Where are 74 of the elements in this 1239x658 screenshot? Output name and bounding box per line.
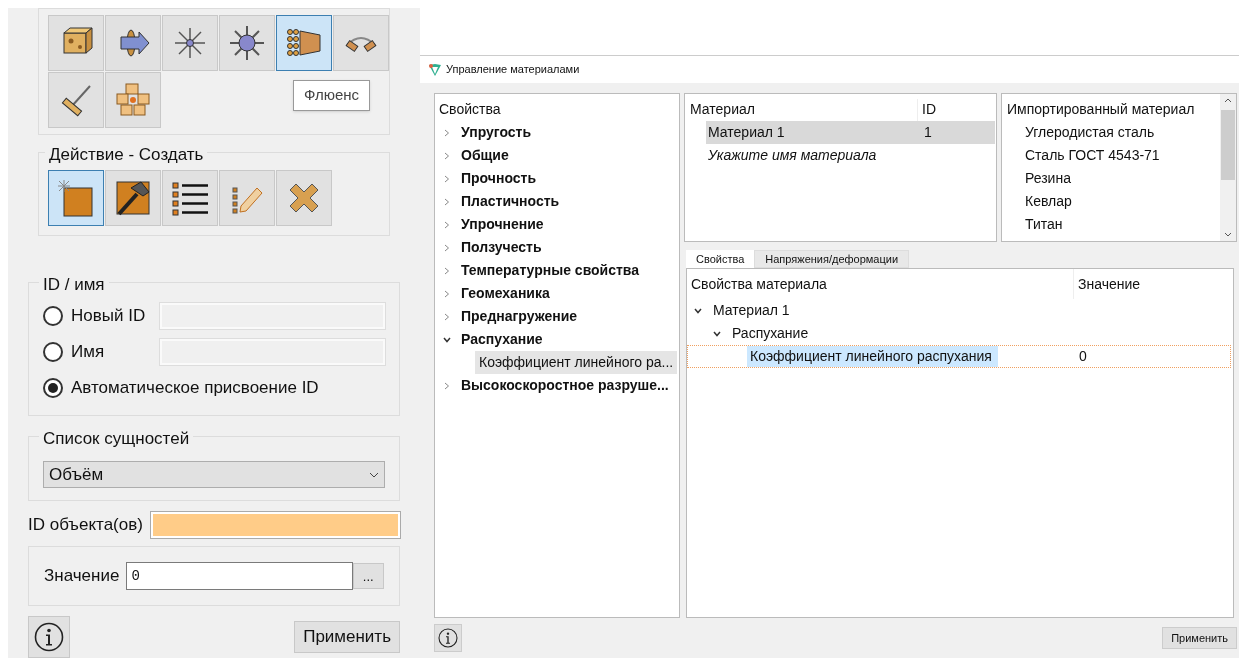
tree-item[interactable]: Коэффициент линейного ра... <box>475 351 678 374</box>
info-icon <box>34 622 64 652</box>
tree-item[interactable]: Температурные свойства <box>461 260 640 281</box>
list-item[interactable]: Сталь ГОСТ 4543-71 <box>1007 145 1220 168</box>
table-cell-text: 0 <box>1078 347 1087 366</box>
tree-item[interactable]: Ползучесть <box>461 237 542 258</box>
field-label: ID объекта(ов) <box>28 514 144 537</box>
list-header: Импортированный материал <box>1007 100 1196 119</box>
tree-item[interactable]: Геомеханика <box>461 283 550 304</box>
placeholder-text: Укажите имя материала <box>707 146 877 165</box>
radio-label: Имя <box>71 341 106 364</box>
tab[interactable]: Напряжения/деформации <box>754 250 910 268</box>
dropdown[interactable]: Объём <box>43 461 385 488</box>
tree-item[interactable]: Пластичность <box>461 191 560 212</box>
info-button[interactable] <box>28 616 70 658</box>
large-star-icon <box>227 23 267 63</box>
tree-item[interactable]: Распухание <box>732 323 809 344</box>
tree-item[interactable]: Материал 1 <box>713 300 790 321</box>
tool-button[interactable] <box>105 170 161 226</box>
chevron-right-icon[interactable] <box>442 265 452 276</box>
window-title: Управление материалами <box>446 62 580 78</box>
apply-button[interactable]: Применить <box>294 621 400 653</box>
tab[interactable]: Свойства <box>686 250 755 268</box>
tree-item[interactable]: Общие <box>461 145 509 166</box>
scrollbar[interactable] <box>1220 94 1236 241</box>
table-cell-text: Материал 1 <box>707 123 786 142</box>
chevron-right-icon[interactable] <box>442 173 452 184</box>
tool-button[interactable] <box>276 15 332 71</box>
chevron-right-icon[interactable] <box>442 196 452 207</box>
chevron-right-icon[interactable] <box>442 242 452 253</box>
chevron-right-icon[interactable] <box>442 288 452 299</box>
chevron-right-icon[interactable] <box>442 380 452 391</box>
radio-button[interactable] <box>43 306 63 326</box>
tree-item[interactable]: Упругость <box>461 122 532 143</box>
browse-button[interactable]: ... <box>352 563 384 589</box>
scroll-thumb[interactable] <box>1221 110 1235 180</box>
value-field[interactable]: 0 <box>126 562 353 590</box>
chevron-right-icon[interactable] <box>442 311 452 322</box>
app-logo-icon <box>428 62 442 77</box>
table-row[interactable]: Укажите имя материала <box>706 144 995 167</box>
chevron-down-icon <box>369 471 379 478</box>
object-id-field[interactable] <box>151 512 400 538</box>
list-item[interactable]: Титан <box>1007 214 1220 237</box>
tree-item[interactable]: Прочность <box>461 168 537 189</box>
tooltip: Флюенс <box>293 80 371 111</box>
info-icon <box>438 628 458 648</box>
column-header: ID <box>921 100 936 119</box>
info-button[interactable] <box>434 624 462 652</box>
tree-item[interactable]: Преднагружение <box>461 306 578 327</box>
radio-label: Новый ID <box>71 305 147 328</box>
radio-button[interactable] <box>43 342 63 362</box>
tree-item[interactable]: Распухание <box>461 329 543 350</box>
property-row[interactable]: Коэффициент линейного распухания 0 <box>687 345 1231 368</box>
tree-header: Свойства <box>438 100 502 119</box>
list-item[interactable]: Резина <box>1007 168 1220 191</box>
column-header: Значение <box>1077 274 1141 294</box>
chevron-right-icon[interactable] <box>442 219 452 230</box>
table-cell: Коэффициент линейного распухания <box>747 346 998 367</box>
chevron-right-icon[interactable] <box>442 127 452 138</box>
new-square-icon <box>56 178 96 218</box>
radio-button[interactable] <box>43 378 63 398</box>
chevron-right-icon[interactable] <box>442 150 452 161</box>
apply-button[interactable]: Применить <box>1162 627 1237 649</box>
tree-item[interactable]: Упрочнение <box>461 214 544 235</box>
table-row[interactable]: Материал 1 1 <box>706 121 995 144</box>
tool-button[interactable] <box>162 170 218 226</box>
tree-item[interactable]: Высокоскоростное разруше... <box>461 375 669 396</box>
radio-label: Автоматическое присвоение ID <box>71 377 319 400</box>
list-item[interactable]: Углеродистая сталь <box>1007 122 1220 145</box>
list-item[interactable]: Кевлар <box>1007 191 1220 214</box>
field-label: Значение <box>44 565 120 588</box>
column-header: Свойства материала <box>691 269 1074 299</box>
table-cell-text: 1 <box>923 123 932 142</box>
hammer-icon <box>113 178 153 218</box>
